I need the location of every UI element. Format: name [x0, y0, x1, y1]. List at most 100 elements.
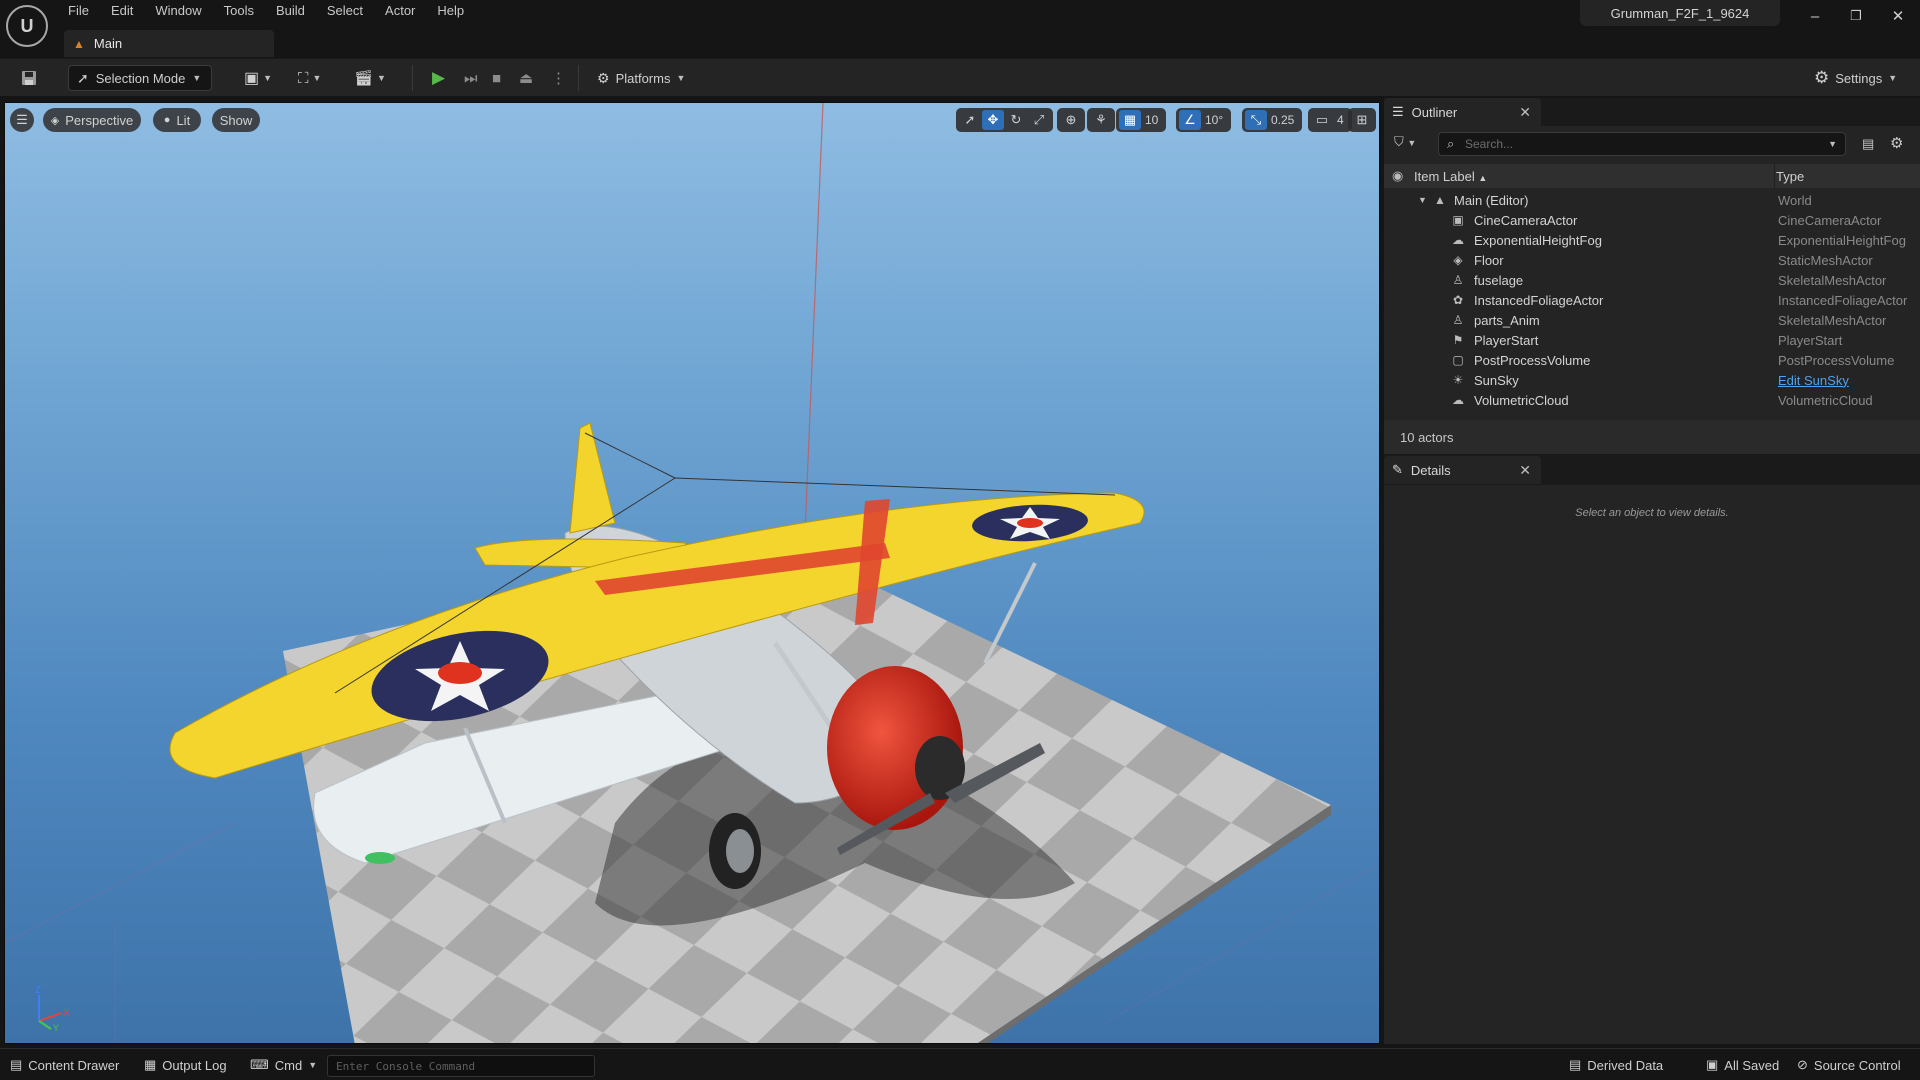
cinematics-button[interactable]: 🎬︎ ▼	[354, 65, 386, 91]
close-button[interactable]: ✕	[1880, 4, 1916, 28]
column-item-label[interactable]: Item Label ▲	[1414, 169, 1487, 184]
menu-tools[interactable]: Tools	[213, 0, 265, 24]
rotation-snap-group: ∠ 10°	[1176, 108, 1232, 132]
all-saved-button[interactable]: ▣ All Saved	[1706, 1055, 1779, 1075]
menu-window[interactable]: Window	[144, 0, 212, 24]
source-control-button[interactable]: ⊘ Source Control	[1797, 1055, 1901, 1075]
restore-button[interactable]: ❐	[1838, 4, 1874, 28]
content-drawer-button[interactable]: ▤ Content Drawer	[10, 1055, 119, 1075]
grid-snap-value[interactable]: 10	[1142, 113, 1163, 127]
outliner-row-world[interactable]: ▼ ▲ Main (Editor) World	[1384, 190, 1920, 210]
outliner-item-type: CineCameraActor	[1778, 212, 1882, 228]
eject-button[interactable]: ⏏	[519, 65, 533, 91]
outliner-row[interactable]: ✿ InstancedFoliageActor InstancedFoliageAc…	[1384, 290, 1920, 310]
rotation-snap-value[interactable]: 10°	[1202, 113, 1228, 127]
edit-sunsky-link[interactable]: Edit SunSky	[1778, 373, 1849, 388]
surface-snap-icon[interactable]: ⚘	[1090, 110, 1112, 130]
details-tab-label: Details	[1410, 462, 1451, 478]
scale-tool-icon[interactable]: ⤢	[1028, 110, 1050, 130]
axis-z-label: Z	[35, 985, 41, 996]
visibility-eye-icon[interactable]: ◉	[1392, 168, 1403, 184]
view-mode-button[interactable]: ● Lit	[153, 108, 201, 132]
output-log-icon: ▦	[144, 1057, 157, 1072]
tab-details[interactable]: ✎ Details ✕	[1384, 456, 1541, 484]
viewport-menu-button[interactable]: ☰	[10, 108, 34, 132]
show-button[interactable]: Show	[212, 108, 260, 132]
console-command-input[interactable]: Enter Console Command	[327, 1055, 595, 1077]
translate-tool-icon[interactable]: ✥	[982, 110, 1004, 130]
cube-icon: ◈	[1453, 253, 1463, 267]
camera-speed-value[interactable]: 4	[1334, 113, 1349, 127]
gear-icon[interactable]: ⚙	[1890, 134, 1903, 152]
outliner-row[interactable]: ☁ ExponentialHeightFog ExponentialHeightFo…	[1384, 230, 1920, 250]
menu-edit[interactable]: Edit	[100, 0, 144, 24]
search-placeholder: Search...	[1465, 137, 1514, 151]
level-viewport[interactable]: ☰ ◈ Perspective ● Lit Show ➚ ✥ ↻ ⤢ ⊕ ⚘ ▦…	[4, 102, 1380, 1044]
menu-select[interactable]: Select	[316, 0, 374, 24]
close-icon[interactable]: ✕	[1519, 462, 1531, 479]
chevron-down-icon[interactable]: ▼	[1828, 139, 1837, 149]
blueprints-button[interactable]: ⛶ ▼	[298, 65, 321, 91]
outliner-item-label: parts_Anim	[1474, 312, 1540, 328]
perspective-button[interactable]: ◈ Perspective	[43, 108, 141, 132]
close-icon[interactable]: ✕	[1519, 104, 1531, 121]
stop-button[interactable]: ■	[492, 65, 501, 91]
transform-tools: ➚ ✥ ↻ ⤢	[956, 108, 1053, 132]
expand-arrow-icon[interactable]: ▼	[1418, 195, 1427, 205]
menu-help[interactable]: Help	[426, 0, 475, 24]
advance-frame-button[interactable]: ⏭	[464, 65, 478, 91]
wingtip-light	[365, 852, 395, 864]
play-icon: ▶	[432, 68, 446, 87]
outliner-row[interactable]: ◈ Floor StaticMeshActor	[1384, 250, 1920, 270]
outliner-search-input[interactable]: ⌕ Search... ▼	[1438, 132, 1846, 156]
viewport-layout-icon[interactable]: ⊞	[1351, 110, 1373, 130]
world-space-icon[interactable]: ⊕	[1060, 110, 1082, 130]
outliner-row[interactable]: ▢ PostProcessVolume PostProcessVolume	[1384, 350, 1920, 370]
rotation-snap-icon[interactable]: ∠	[1179, 110, 1201, 130]
outliner-item-label: VolumetricCloud	[1474, 392, 1569, 408]
chevron-down-icon: ▼	[308, 1060, 318, 1070]
menu-actor[interactable]: Actor	[374, 0, 426, 24]
add-actor-button[interactable]: ▣ ▼	[244, 65, 272, 91]
rotate-tool-icon[interactable]: ↻	[1005, 110, 1027, 130]
chevron-down-icon: ▼	[263, 73, 273, 83]
minimize-button[interactable]: –	[1797, 4, 1833, 28]
axis-x-label: X	[63, 1008, 70, 1019]
camera-icon[interactable]: ▭	[1311, 110, 1333, 130]
settings-dropdown[interactable]: ⚙ Settings ▼	[1814, 65, 1897, 91]
outliner-row[interactable]: ♙ parts_Anim SkeletalMeshActor	[1384, 310, 1920, 330]
hamburger-icon: ☰	[16, 112, 28, 127]
add-folder-icon[interactable]: ▤	[1862, 136, 1874, 152]
save-button[interactable]	[16, 65, 42, 91]
derived-data-icon: ▤	[1569, 1057, 1582, 1072]
outliner-row[interactable]: ☀ SunSky Edit SunSky	[1384, 370, 1920, 390]
select-tool-icon[interactable]: ➚	[959, 110, 981, 130]
sort-up-icon: ▲	[1478, 172, 1488, 183]
outliner-row[interactable]: ☁ VolumetricCloud VolumetricCloud	[1384, 390, 1920, 410]
menu-file[interactable]: File	[57, 0, 100, 24]
selection-mode-dropdown[interactable]: ➚ Selection Mode ▼	[68, 65, 212, 91]
tab-outliner[interactable]: ☰ Outliner ✕	[1384, 98, 1541, 126]
menu-build[interactable]: Build	[265, 0, 316, 24]
derived-data-button[interactable]: ▤ Derived Data	[1569, 1055, 1663, 1075]
outliner-row[interactable]: ⚑ PlayerStart PlayerStart	[1384, 330, 1920, 350]
chevron-down-icon: ▼	[1888, 73, 1898, 83]
content-drawer-label: Content Drawer	[28, 1057, 120, 1073]
platforms-dropdown[interactable]: ⚙︎ Platforms ▼	[597, 65, 685, 91]
scale-snap-value[interactable]: 0.25	[1268, 113, 1299, 127]
filter-button[interactable]: ⛉ ▼	[1394, 134, 1416, 150]
outliner-row[interactable]: ▣ CineCameraActor CineCameraActor	[1384, 210, 1920, 230]
menu-bar: File Edit Window Tools Build Select Acto…	[57, 0, 475, 24]
scale-snap-icon[interactable]: ⤡	[1245, 110, 1267, 130]
cmd-dropdown[interactable]: ⌨ Cmd ▼	[250, 1055, 317, 1075]
outliner-tab-label: Outliner	[1411, 104, 1458, 120]
play-options-button[interactable]: ⋮	[551, 65, 566, 91]
outliner-row[interactable]: ♙ fuselage SkeletalMeshActor	[1384, 270, 1920, 290]
column-type[interactable]: Type	[1776, 169, 1804, 184]
play-button[interactable]: ▶	[432, 65, 445, 91]
grid-snap-icon[interactable]: ▦	[1119, 110, 1141, 130]
unreal-logo-icon[interactable]: U	[6, 5, 48, 47]
outliner-actor-count: 10 actors	[1384, 420, 1920, 454]
output-log-button[interactable]: ▦ Output Log	[144, 1055, 227, 1075]
level-tab-main[interactable]: ▲ Main	[64, 30, 274, 57]
